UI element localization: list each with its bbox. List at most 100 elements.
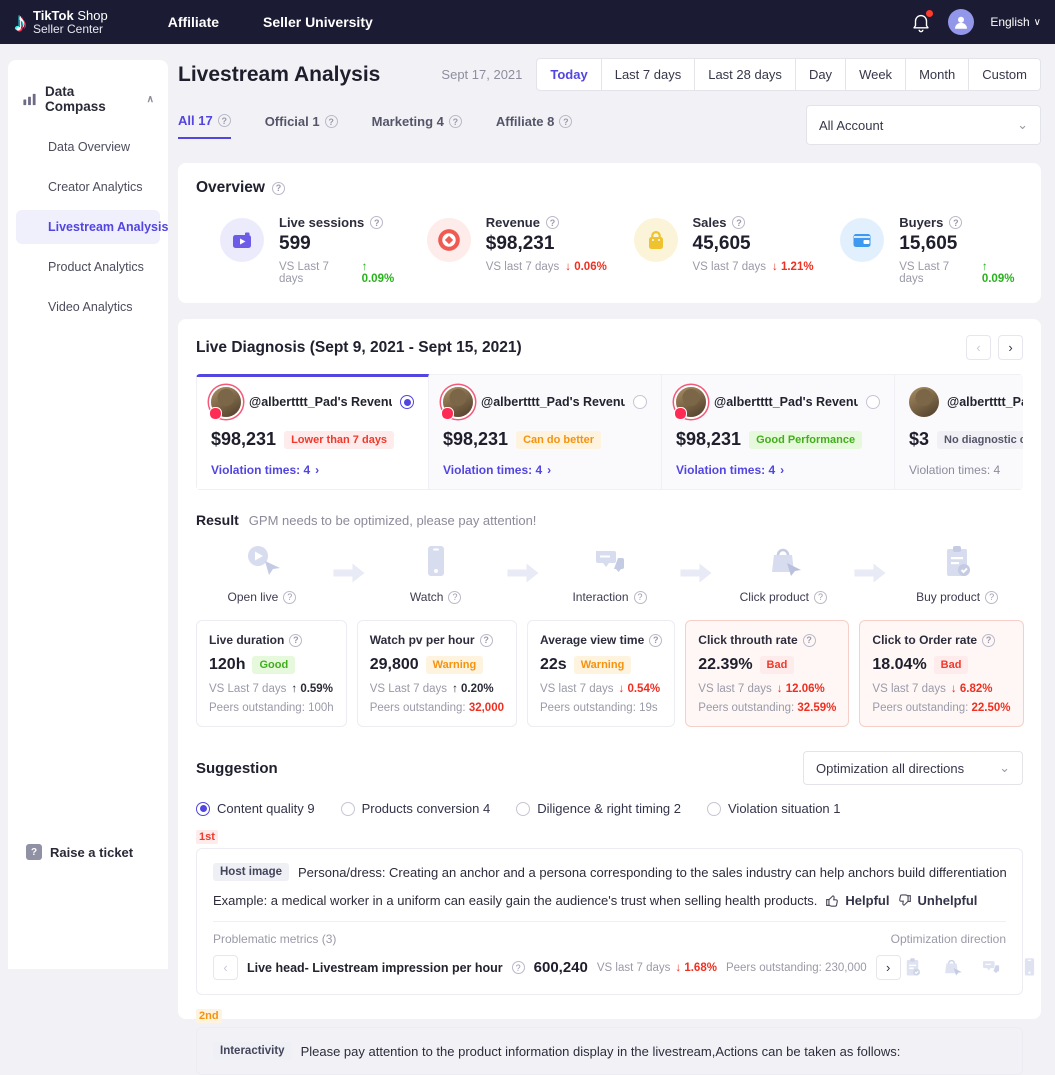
- tab-marketing[interactable]: Marketing 4: [372, 113, 462, 139]
- metric-card-avg-view-time: Average view time 22sWarning VS last 7 d…: [527, 620, 675, 727]
- diagnosis-card-3[interactable]: @albertttt_Pad's Revenue $98,231 Good Pe…: [662, 374, 895, 490]
- sidebar-item-creator-analytics[interactable]: Creator Analytics: [16, 170, 160, 204]
- overview-buyers: Buyers 15,605 VS Last 7 days ↑ 0.09%: [816, 215, 1023, 285]
- status-badge: Good Performance: [749, 431, 862, 449]
- category-content-quality[interactable]: Content quality 9: [196, 801, 315, 816]
- notification-bell-icon[interactable]: [910, 11, 932, 33]
- diagnosis-card-4[interactable]: @albertttt_Pad's Revenue $3 No diagnosti…: [895, 374, 1023, 490]
- helpful-button[interactable]: Helpful: [825, 893, 889, 908]
- help-icon[interactable]: [370, 216, 383, 229]
- diagnosis-card-2[interactable]: @albertttt_Pad's Revenue $98,231 Can do …: [429, 374, 662, 490]
- record-icon: [427, 218, 471, 262]
- funnel-step-watch: Watch: [370, 542, 502, 604]
- range-day-button[interactable]: Day: [795, 58, 846, 91]
- help-icon[interactable]: [325, 115, 338, 128]
- range-week-button[interactable]: Week: [845, 58, 906, 91]
- creator-avatar: [443, 387, 473, 417]
- sidebar-section-data-compass[interactable]: Data Compass ∧: [8, 60, 168, 124]
- brand-tiktok: TikTok: [33, 8, 74, 23]
- funnel-arrow-icon: [328, 560, 370, 586]
- violation-times-link[interactable]: Violation times: 4›: [211, 463, 414, 477]
- help-icon[interactable]: [272, 182, 285, 195]
- funnel-arrow-icon: [675, 560, 717, 586]
- interaction-chat-icon: [979, 956, 1002, 979]
- buy-product-icon: [901, 956, 924, 979]
- thumb-up-icon: [825, 893, 840, 908]
- help-icon[interactable]: [448, 591, 461, 604]
- help-icon[interactable]: [814, 591, 827, 604]
- trend-down-icon: ↓: [772, 261, 778, 273]
- help-icon[interactable]: [732, 216, 745, 229]
- language-selector[interactable]: English ∨: [990, 15, 1041, 29]
- help-icon[interactable]: [803, 634, 816, 647]
- help-icon[interactable]: [649, 634, 662, 647]
- help-icon[interactable]: [949, 216, 962, 229]
- main-content: Livestream Analysis Sept 17, 2021 Today …: [178, 58, 1041, 1019]
- sales-value: 45,605: [693, 233, 814, 255]
- trend-up-icon: ↑: [982, 261, 988, 273]
- help-square-icon: ?: [26, 844, 42, 860]
- violation-times-link[interactable]: Violation times: 4›: [676, 463, 880, 477]
- help-icon[interactable]: [480, 634, 493, 647]
- suggestion-title: Suggestion: [196, 760, 278, 777]
- chevron-up-icon[interactable]: ∧: [147, 94, 154, 105]
- help-icon[interactable]: [982, 634, 995, 647]
- help-icon[interactable]: [546, 216, 559, 229]
- metric-next-button[interactable]: ›: [876, 955, 901, 980]
- sidebar-item-product-analytics[interactable]: Product Analytics: [16, 250, 160, 284]
- range-last-28-days-button[interactable]: Last 28 days: [694, 58, 796, 91]
- raise-ticket-button[interactable]: ? Raise a ticket: [26, 844, 133, 860]
- card-radio[interactable]: [866, 395, 880, 409]
- account-filter-select[interactable]: All Account ⌄: [806, 105, 1041, 145]
- help-icon[interactable]: [559, 115, 572, 128]
- range-last-7-days-button[interactable]: Last 7 days: [601, 58, 696, 91]
- range-today-button[interactable]: Today: [536, 58, 601, 91]
- metric-card-watch-pv: Watch pv per hour 29,800Warning VS Last …: [357, 620, 517, 727]
- metric-prev-button[interactable]: ‹: [213, 955, 238, 980]
- chevron-right-icon: ›: [780, 463, 784, 477]
- nav-link-affiliate[interactable]: Affiliate: [168, 14, 219, 30]
- violation-times-link[interactable]: Violation times: 4›: [443, 463, 647, 477]
- tab-affiliate[interactable]: Affiliate 8: [496, 113, 573, 139]
- chevron-down-icon: ⌄: [1017, 117, 1028, 133]
- prev-page-button[interactable]: ‹: [966, 335, 991, 360]
- card-radio-selected[interactable]: [400, 395, 414, 409]
- problem-metric-value: 600,240: [534, 959, 588, 976]
- brand-logo[interactable]: ♪ TikTok Shop Seller Center: [14, 9, 108, 35]
- nav-link-seller-university[interactable]: Seller University: [263, 14, 373, 30]
- trend-down-icon: ↓: [951, 683, 957, 695]
- help-icon[interactable]: [449, 115, 462, 128]
- help-icon[interactable]: [289, 634, 302, 647]
- sidebar-item-data-overview[interactable]: Data Overview: [16, 130, 160, 164]
- overview-title: Overview: [196, 179, 265, 197]
- range-custom-button[interactable]: Custom: [968, 58, 1041, 91]
- rank-badge-1st: 1st: [196, 830, 218, 844]
- help-icon[interactable]: [512, 961, 525, 974]
- sidebar-item-video-analytics[interactable]: Video Analytics: [16, 290, 160, 324]
- page-title: Livestream Analysis: [178, 63, 380, 87]
- trend-up-icon: ↑: [362, 261, 368, 273]
- help-icon[interactable]: [985, 591, 998, 604]
- category-products-conversion[interactable]: Products conversion 4: [341, 801, 491, 816]
- user-avatar[interactable]: [948, 9, 974, 35]
- unhelpful-button[interactable]: Unhelpful: [897, 893, 977, 908]
- category-diligence-timing[interactable]: Diligence & right timing 2: [516, 801, 681, 816]
- chevron-down-icon: ∨: [1034, 17, 1041, 28]
- help-icon[interactable]: [218, 114, 231, 127]
- range-month-button[interactable]: Month: [905, 58, 969, 91]
- status-badge: Warning: [426, 656, 484, 674]
- current-date: Sept 17, 2021: [441, 67, 522, 82]
- buy-product-icon: [937, 542, 977, 582]
- tab-official[interactable]: Official 1: [265, 113, 338, 139]
- next-page-button[interactable]: ›: [998, 335, 1023, 360]
- diagnosis-card-1[interactable]: @albertttt_Pad's Revenue $98,231 Lower t…: [196, 374, 429, 490]
- open-live-icon: [242, 542, 282, 582]
- help-icon[interactable]: [283, 591, 296, 604]
- tab-all[interactable]: All 17: [178, 113, 231, 139]
- violation-times-text: Violation times: 4: [909, 463, 1023, 477]
- help-icon[interactable]: [634, 591, 647, 604]
- category-violation-situation[interactable]: Violation situation 1: [707, 801, 841, 816]
- card-radio[interactable]: [633, 395, 647, 409]
- sidebar-item-livestream-analysis[interactable]: Livestream Analysis: [16, 210, 160, 244]
- optimization-filter-select[interactable]: Optimization all directions ⌄: [803, 751, 1023, 785]
